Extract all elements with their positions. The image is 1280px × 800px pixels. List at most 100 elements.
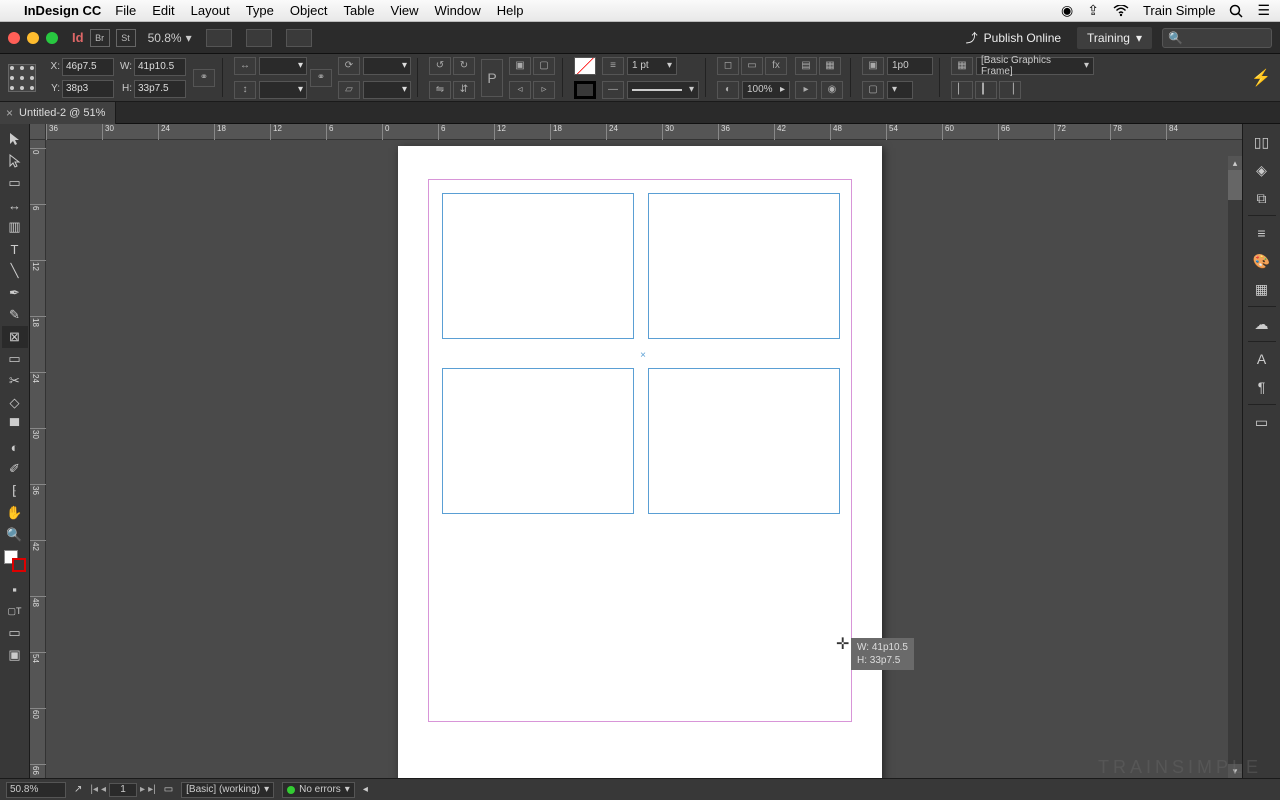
menu-file[interactable]: File (115, 3, 136, 18)
view-mode-button[interactable]: ▭ (2, 622, 28, 644)
text-wrap-none-button[interactable]: ▤ (795, 57, 817, 75)
page-tool[interactable]: ▭ (2, 172, 28, 194)
menu-type[interactable]: Type (246, 3, 274, 18)
minimize-button[interactable] (27, 32, 39, 44)
page-number-field[interactable]: 1 (109, 783, 137, 797)
gap-tool[interactable]: ↔ (2, 194, 28, 216)
prev-page-button[interactable]: ◂ (101, 784, 106, 795)
scale-y-field[interactable]: ▾ (259, 81, 307, 99)
preflight-status[interactable]: No errors▾ (282, 782, 355, 798)
menu-table[interactable]: Table (343, 3, 374, 18)
cc-libraries-panel-icon[interactable]: ☁ (1246, 310, 1278, 338)
blend-button[interactable]: ◉ (821, 81, 843, 99)
select-content-button[interactable]: ▢ (533, 57, 555, 75)
gap-field[interactable]: 1p0 (887, 57, 933, 75)
type-tool[interactable]: T (2, 238, 28, 260)
menu-object[interactable]: Object (290, 3, 328, 18)
color-panel-icon[interactable]: 🎨 (1246, 247, 1278, 275)
scissors-tool[interactable]: ✂ (2, 370, 28, 392)
menu-edit[interactable]: Edit (152, 3, 174, 18)
links-panel-icon[interactable]: ⧉ (1246, 184, 1278, 212)
screen-mode-button[interactable]: ▣ (2, 644, 28, 666)
stroke-weight-field[interactable]: 1 pt▾ (627, 57, 677, 75)
content-collector-tool[interactable]: ▥ (2, 216, 28, 238)
menu-view[interactable]: View (391, 3, 419, 18)
fill-swatch[interactable] (574, 57, 596, 75)
character-panel-icon[interactable]: A (1246, 345, 1278, 373)
text-wrap-bound-button[interactable]: ▦ (819, 57, 841, 75)
vertical-scrollbar[interactable]: ▴ ▾ (1228, 156, 1242, 778)
open-button[interactable]: ▭ (164, 784, 173, 795)
export-icon[interactable]: ↗ (74, 784, 82, 795)
rectangle-tool[interactable]: ▭ (2, 348, 28, 370)
hand-tool[interactable]: ✋ (2, 502, 28, 524)
publish-online-button[interactable]: ⤴ Publish Online (966, 29, 1061, 46)
apply-color-button[interactable]: ▪ (2, 578, 28, 600)
object-styles-panel-icon[interactable]: ▭ (1246, 408, 1278, 436)
direct-selection-tool[interactable] (2, 150, 28, 172)
flip-v-button[interactable]: ⇵ (453, 81, 475, 99)
zoom-level-field[interactable]: 50.8% (6, 782, 66, 798)
menu-window[interactable]: Window (435, 3, 481, 18)
close-tab-button[interactable]: × (6, 106, 13, 120)
view-options-1[interactable] (206, 29, 232, 47)
maximize-button[interactable] (46, 32, 58, 44)
gradient-swatch-tool[interactable]: ▀ (2, 414, 28, 436)
help-search[interactable]: 🔍 (1162, 28, 1272, 48)
flip-h-button[interactable]: ⇋ (429, 81, 451, 99)
rotate-ccw-button[interactable]: ↺ (429, 57, 451, 75)
horizontal-ruler[interactable]: 363024181260612182430364248546066727884 (46, 124, 1242, 140)
stock-button[interactable]: St (116, 29, 136, 47)
opacity-field[interactable]: 100%▸ (742, 81, 790, 99)
align-left-button[interactable]: ▏ (951, 81, 973, 99)
line-tool[interactable]: ╲ (2, 260, 28, 282)
w-field[interactable] (134, 58, 186, 76)
scroll-up-button[interactable]: ▴ (1228, 156, 1242, 170)
bridge-button[interactable]: Br (90, 29, 110, 47)
workspace-switcher[interactable]: Training ▾ (1077, 27, 1152, 49)
notification-center-icon[interactable]: ☰ (1257, 2, 1270, 19)
dropbox-icon[interactable]: ⇪ (1087, 2, 1099, 19)
constrain-wh-icon[interactable]: ⚭ (193, 69, 215, 87)
note-tool[interactable]: ✐ (2, 458, 28, 480)
align-dd[interactable]: ▾ (887, 81, 913, 99)
fit-content-icon[interactable]: ▢ (862, 81, 884, 99)
frame-3[interactable] (442, 368, 634, 514)
swatches-panel-icon[interactable]: ▦ (1246, 275, 1278, 303)
frame-2[interactable] (648, 193, 840, 339)
zoom-tool[interactable]: 🔍 (2, 524, 28, 546)
last-page-button[interactable]: ▸| (148, 784, 156, 795)
canvas[interactable]: × ✛ W: 41p10.5 H: 33p7.5 ▴ ▾ (46, 140, 1242, 778)
align-center-button[interactable]: ▎ (975, 81, 997, 99)
prev-object-button[interactable]: ◃ (509, 81, 531, 99)
view-options-3[interactable] (286, 29, 312, 47)
h-field[interactable] (134, 80, 186, 98)
paragraph-panel-icon[interactable]: ¶ (1246, 373, 1278, 401)
quick-apply-button[interactable]: ⚡ (1248, 54, 1274, 101)
pencil-tool[interactable]: ✎ (2, 304, 28, 326)
fit-frame-icon[interactable]: ▣ (862, 57, 884, 75)
frame-1[interactable] (442, 193, 634, 339)
reference-point-grid[interactable] (8, 64, 36, 92)
creative-cloud-icon[interactable]: ◉ (1061, 2, 1073, 19)
close-button[interactable] (8, 32, 20, 44)
pages-panel-icon[interactable]: ▯▯ (1246, 128, 1278, 156)
corner-options-button[interactable]: ◻ (717, 57, 739, 75)
fill-stroke-swatch[interactable] (4, 550, 26, 572)
effects-button[interactable]: ▭ (741, 57, 763, 75)
free-transform-tool[interactable]: ◇ (2, 392, 28, 414)
shear-field[interactable]: ▾ (363, 81, 411, 99)
select-container-button[interactable]: ▣ (509, 57, 531, 75)
layout-dropdown[interactable]: [Basic] (working)▾ (181, 782, 274, 798)
wifi-icon[interactable] (1113, 5, 1129, 17)
object-style-field[interactable]: [Basic Graphics Frame]▾ (976, 57, 1094, 75)
next-object-button[interactable]: ▹ (533, 81, 555, 99)
stroke-panel-icon[interactable]: ≡ (1246, 219, 1278, 247)
frame-4[interactable] (648, 368, 840, 514)
scroll-left-button[interactable]: ◂ (363, 784, 368, 795)
layers-panel-icon[interactable]: ◈ (1246, 156, 1278, 184)
view-options-2[interactable] (246, 29, 272, 47)
x-field[interactable] (62, 58, 114, 76)
document-tab[interactable]: × Untitled-2 @ 51% (0, 102, 116, 124)
formatting-container-button[interactable]: ▢T (2, 600, 28, 622)
